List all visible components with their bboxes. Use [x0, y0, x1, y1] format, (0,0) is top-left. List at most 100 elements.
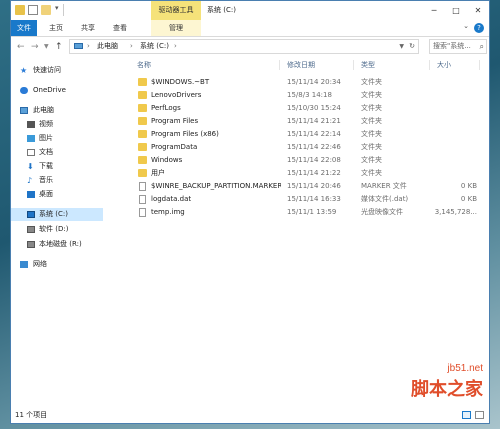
file-type: 文件夹	[361, 117, 382, 125]
tab-view[interactable]: 查看	[105, 20, 135, 36]
file-date: 15/11/14 16:33	[287, 195, 341, 203]
table-row[interactable]: $WINDOWS.~BT 15/11/14 20:34 文件夹	[107, 76, 489, 89]
divider[interactable]	[429, 60, 430, 70]
sidebar-item-drive-c[interactable]: 系统 (C:)	[11, 208, 103, 221]
column-header-name[interactable]: 名称	[137, 58, 151, 72]
search-input[interactable]: 搜索"系统... ⌕	[429, 39, 487, 54]
folder-icon	[138, 169, 147, 177]
sidebar-item-label: 此电脑	[33, 106, 54, 114]
column-header-size[interactable]: 大小	[437, 58, 451, 72]
status-bar: 11 个项目	[11, 407, 489, 423]
network-icon	[20, 261, 28, 268]
pc-icon	[20, 107, 28, 114]
sidebar-item-documents[interactable]: 文档	[11, 146, 103, 159]
watermark-brand: 脚本之家	[411, 379, 483, 400]
sidebar-item-drive-d[interactable]: 软件 (D:)	[11, 223, 103, 236]
sidebar-item-pictures[interactable]: 图片	[11, 132, 103, 145]
file-date: 15/8/3 14:18	[287, 91, 332, 99]
file-type: 光盘映像文件	[361, 208, 403, 216]
file-list: 名称 修改日期 类型 大小 $WINDOWS.~BT 15/11/14 20:3…	[107, 58, 489, 407]
breadcrumb-chevron-icon[interactable]: ›	[130, 40, 133, 53]
details-view-icon[interactable]	[462, 411, 471, 419]
file-date: 15/11/14 22:08	[287, 156, 341, 164]
forward-arrow-icon[interactable]: →	[31, 40, 39, 54]
drive-tools-context-title: 驱动器工具	[151, 1, 201, 20]
file-type: 文件夹	[361, 156, 382, 164]
file-date: 15/11/14 20:34	[287, 78, 341, 86]
breadcrumb-chevron-icon[interactable]: ›	[87, 40, 90, 53]
up-arrow-icon[interactable]: ↑	[55, 40, 63, 54]
tab-manage[interactable]: 管理	[151, 20, 201, 36]
sidebar-item-label: 系统 (C:)	[39, 210, 68, 218]
table-row[interactable]: PerfLogs 15/10/30 15:24 文件夹	[107, 102, 489, 115]
sidebar-item-drive-r[interactable]: 本地磁盘 (R:)	[11, 238, 103, 251]
table-row[interactable]: Program Files (x86) 15/11/14 22:14 文件夹	[107, 128, 489, 141]
help-icon[interactable]: ?	[474, 23, 484, 33]
search-icon[interactable]: ⌕	[480, 40, 484, 53]
table-row[interactable]: LenovoDrivers 15/8/3 14:18 文件夹	[107, 89, 489, 102]
sidebar-item-desktop[interactable]: 桌面	[11, 188, 103, 201]
folder-icon	[138, 117, 147, 125]
breadcrumb-drive-c[interactable]: 系统 (C:)	[140, 40, 169, 53]
table-row[interactable]: ProgramData 15/11/14 22:46 文件夹	[107, 141, 489, 154]
new-folder-icon[interactable]	[41, 5, 51, 15]
watermark-url: jb51.net	[447, 363, 483, 374]
sidebar-item-videos[interactable]: 视频	[11, 118, 103, 131]
file-type: 文件夹	[361, 143, 382, 151]
watermark: jb51.net 脚本之家	[375, 363, 485, 403]
refresh-icon[interactable]: ↻	[409, 40, 415, 53]
recent-locations-icon[interactable]: ▼	[44, 40, 49, 54]
tab-home[interactable]: 主页	[41, 20, 71, 36]
file-size: 0 KB	[460, 182, 477, 190]
chevron-down-icon[interactable]: ▼	[399, 40, 404, 53]
sidebar-item-downloads[interactable]: ⬇ 下载	[11, 160, 103, 173]
file-name: PerfLogs	[151, 104, 181, 112]
sidebar-item-network[interactable]: 网络	[11, 258, 103, 271]
tab-share[interactable]: 共享	[73, 20, 103, 36]
table-row[interactable]: temp.img 15/11/1 13:59 光盘映像文件 3,145,728.…	[107, 206, 489, 219]
large-icons-view-icon[interactable]	[475, 411, 484, 419]
minimize-icon[interactable]: ─	[423, 1, 445, 20]
file-size: 3,145,728...	[434, 208, 477, 216]
window-title: 系统 (C:)	[207, 6, 236, 14]
sidebar-item-label: 视频	[39, 120, 53, 128]
file-date: 15/11/14 21:21	[287, 117, 341, 125]
maximize-icon[interactable]: □	[445, 1, 467, 20]
navigation-row: ← → ▼ ↑ › 此电脑 › 系统 (C:) › ▼ ↻ 搜索"系统... ⌕	[11, 37, 489, 57]
sidebar-item-music[interactable]: ♪ 音乐	[11, 174, 103, 187]
column-header-type[interactable]: 类型	[361, 58, 375, 72]
table-row[interactable]: Windows 15/11/14 22:08 文件夹	[107, 154, 489, 167]
table-row[interactable]: $WINRE_BACKUP_PARTITION.MARKER 15/11/14 …	[107, 180, 489, 193]
table-row[interactable]: 用户 15/11/14 21:22 文件夹	[107, 167, 489, 180]
sidebar-item-label: OneDrive	[33, 86, 66, 94]
sidebar-item-quick-access[interactable]: ★ 快速访问	[11, 64, 103, 77]
divider[interactable]	[279, 60, 280, 70]
address-bar[interactable]: › 此电脑 › 系统 (C:) › ▼ ↻	[69, 39, 419, 54]
breadcrumb-this-pc[interactable]: 此电脑	[97, 40, 118, 53]
windows-drive-icon	[27, 211, 35, 218]
quick-access-dropdown-icon[interactable]: ▾	[55, 4, 59, 12]
table-row[interactable]: Program Files 15/11/14 21:21 文件夹	[107, 115, 489, 128]
file-date: 15/10/30 15:24	[287, 104, 341, 112]
sidebar-item-this-pc[interactable]: 此电脑	[11, 104, 103, 117]
sidebar-item-label: 图片	[39, 134, 53, 142]
folder-icon[interactable]	[15, 5, 25, 15]
sidebar-item-onedrive[interactable]: OneDrive	[11, 84, 103, 97]
divider[interactable]	[353, 60, 354, 70]
file-name: LenovoDrivers	[151, 91, 202, 99]
chevron-down-icon[interactable]: ⌄	[463, 22, 469, 30]
close-icon[interactable]: ✕	[467, 1, 489, 20]
table-row[interactable]: logdata.dat 15/11/14 16:33 媒体文件(.dat) 0 …	[107, 193, 489, 206]
breadcrumb-chevron-icon[interactable]: ›	[174, 40, 177, 53]
tab-file[interactable]: 文件	[11, 20, 37, 36]
file-explorer-window: ▾ 驱动器工具 系统 (C:) ─ □ ✕ 文件 主页 共享 查看 管理 ⌄ ?…	[10, 0, 490, 424]
sidebar-item-label: 快速访问	[33, 66, 61, 74]
file-type: 文件夹	[361, 91, 382, 99]
drive-icon	[27, 226, 35, 233]
back-arrow-icon[interactable]: ←	[17, 40, 25, 54]
properties-icon[interactable]	[28, 5, 38, 15]
file-name: Program Files	[151, 117, 199, 125]
pc-icon	[74, 43, 83, 49]
column-header-date[interactable]: 修改日期	[287, 58, 315, 72]
divider[interactable]	[479, 60, 480, 70]
